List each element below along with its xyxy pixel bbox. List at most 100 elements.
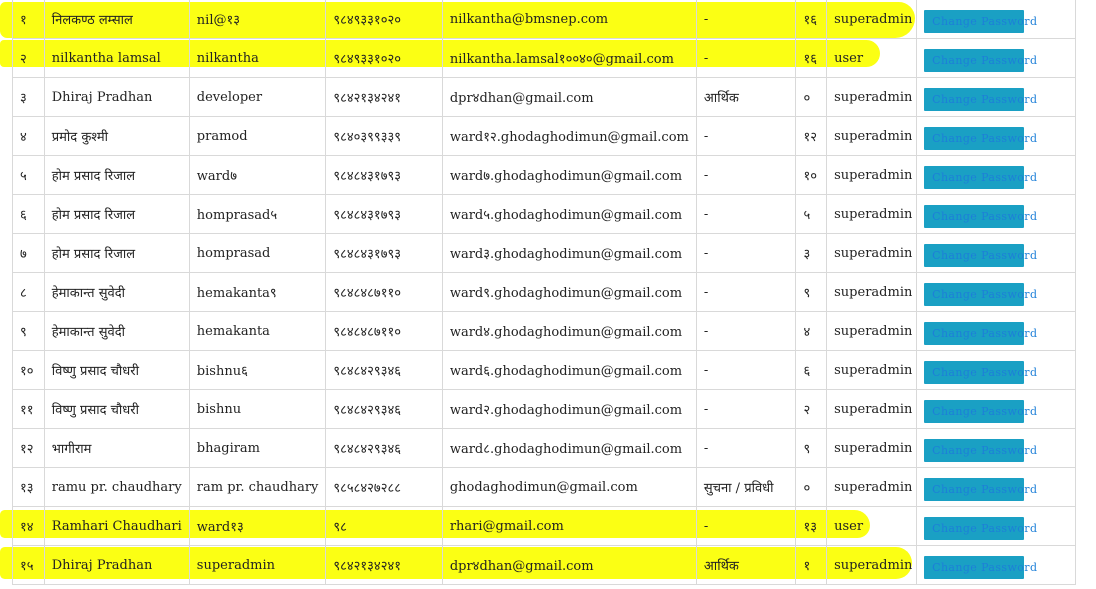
username-cell: developer xyxy=(188,77,327,117)
action-cell: Change Password xyxy=(916,77,1076,117)
ward-number-cell: ० xyxy=(795,467,828,507)
ward-number-cell: ९ xyxy=(795,272,828,312)
change-password-button[interactable]: Change Password xyxy=(924,556,1037,579)
change-password-button[interactable]: Change Password xyxy=(924,244,1037,267)
department-cell: - xyxy=(695,233,797,273)
email-cell: ward६.ghodaghodimun@gmail.com xyxy=(441,350,697,390)
ward-number-cell: १६ xyxy=(795,0,828,39)
email-cell: ward५.ghodaghodimun@gmail.com xyxy=(441,194,697,234)
username-cell: bishnu xyxy=(188,389,327,429)
table-row: ८ हेमाकान्त सुवेदी hemakanta९ ९८४८४८७११० war… xyxy=(12,272,1076,312)
full-name-cell: होम प्रसाद रिजाल xyxy=(43,194,190,234)
role-cell: superadmin xyxy=(826,194,918,234)
change-password-button[interactable]: Change Password xyxy=(924,88,1037,111)
ward-number-cell: १० xyxy=(795,155,828,195)
users-table: १ निलकण्ठ लम्साल nil@१३ ९८४९३३१०२० nilkantha… xyxy=(12,0,1076,585)
username-cell: ward१३ xyxy=(188,506,327,546)
change-password-button[interactable]: Change Password xyxy=(924,283,1037,306)
row-number-cell: १५ xyxy=(12,545,45,585)
change-password-button[interactable]: Change Password xyxy=(924,322,1037,345)
change-password-button[interactable]: Change Password xyxy=(924,400,1037,423)
full-name-cell: निलकण्ठ लम्साल xyxy=(43,0,190,39)
role-cell: superadmin xyxy=(826,233,918,273)
action-cell: Change Password xyxy=(916,194,1076,234)
full-name-cell: विष्णु प्रसाद चौधरी xyxy=(43,389,190,429)
table-row: ५ होम प्रसाद रिजाल ward७ ९८४८४३१७९३ ward७.gh… xyxy=(12,155,1076,195)
full-name-cell: Ramhari Chaudhari xyxy=(43,506,190,546)
full-name-cell: होम प्रसाद रिजाल xyxy=(43,233,190,273)
ward-number-cell: ९ xyxy=(795,428,828,468)
change-password-button[interactable]: Change Password xyxy=(924,49,1037,72)
row-number-cell: ९ xyxy=(12,311,45,351)
full-name-cell: प्रमोद कुश्मी xyxy=(43,116,190,156)
department-cell: - xyxy=(695,0,797,39)
email-cell: ward८.ghodaghodimun@gmail.com xyxy=(441,428,697,468)
change-password-button[interactable]: Change Password xyxy=(924,166,1037,189)
email-cell: ward७.ghodaghodimun@gmail.com xyxy=(441,155,697,195)
table-row: ७ होम प्रसाद रिजाल homprasad ९८४८४३१७९३ ward… xyxy=(12,233,1076,273)
users-table-body: १ निलकण्ठ लम्साल nil@१३ ९८४९३३१०२० nilkantha… xyxy=(12,0,1076,585)
role-cell: superadmin xyxy=(826,389,918,429)
email-cell: ward२.ghodaghodimun@gmail.com xyxy=(441,389,697,429)
username-cell: superadmin xyxy=(188,545,327,585)
username-cell: bhagiram xyxy=(188,428,327,468)
action-cell: Change Password xyxy=(916,389,1076,429)
action-cell: Change Password xyxy=(916,506,1076,546)
role-cell: superadmin xyxy=(826,77,918,117)
department-cell: सुचना / प्रविधी xyxy=(695,467,797,507)
full-name-cell: हेमाकान्त सुवेदी xyxy=(43,311,190,351)
action-cell: Change Password xyxy=(916,545,1076,585)
table-row: ३ Dhiraj Pradhan developer ९८४२१३४२४१ dpr४dh… xyxy=(12,77,1076,117)
phone-number-cell: ९८४८४८७११० xyxy=(325,311,443,351)
row-number-cell: १३ xyxy=(12,467,45,507)
full-name-cell: हेमाकान्त सुवेदी xyxy=(43,272,190,312)
ward-number-cell: ३ xyxy=(795,233,828,273)
action-cell: Change Password xyxy=(916,272,1076,312)
department-cell: - xyxy=(695,389,797,429)
phone-number-cell: ९८४८४८७११० xyxy=(325,272,443,312)
row-number-cell: ११ xyxy=(12,389,45,429)
action-cell: Change Password xyxy=(916,38,1076,78)
role-cell: superadmin xyxy=(826,155,918,195)
phone-number-cell: ९८४८४३१७९३ xyxy=(325,233,443,273)
change-password-button[interactable]: Change Password xyxy=(924,361,1037,384)
username-cell: ram pr. chaudhary xyxy=(188,467,327,507)
ward-number-cell: १२ xyxy=(795,116,828,156)
role-cell: user xyxy=(826,38,918,78)
username-cell: ward७ xyxy=(188,155,327,195)
email-cell: nilkantha@bmsnep.com xyxy=(441,0,697,39)
phone-number-cell: ९८४८४२९३४६ xyxy=(325,389,443,429)
change-password-button[interactable]: Change Password xyxy=(924,439,1037,462)
role-cell: superadmin xyxy=(826,350,918,390)
change-password-button[interactable]: Change Password xyxy=(924,127,1037,150)
department-cell: आर्थिक xyxy=(695,77,797,117)
full-name-cell: विष्णु प्रसाद चौधरी xyxy=(43,350,190,390)
email-cell: rhari@gmail.com xyxy=(441,506,697,546)
full-name-cell: Dhiraj Pradhan xyxy=(43,77,190,117)
ward-number-cell: ६ xyxy=(795,350,828,390)
change-password-button[interactable]: Change Password xyxy=(924,10,1037,33)
action-cell: Change Password xyxy=(916,467,1076,507)
action-cell: Change Password xyxy=(916,311,1076,351)
phone-number-cell: ९८५८४२७२८८ xyxy=(325,467,443,507)
full-name-cell: भागीराम xyxy=(43,428,190,468)
username-cell: homprasad५ xyxy=(188,194,327,234)
full-name-cell: ramu pr. chaudhary xyxy=(43,467,190,507)
role-cell: superadmin xyxy=(826,467,918,507)
change-password-button[interactable]: Change Password xyxy=(924,205,1037,228)
action-cell: Change Password xyxy=(916,428,1076,468)
change-password-button[interactable]: Change Password xyxy=(924,517,1037,540)
table-row: १ निलकण्ठ लम्साल nil@१३ ९८४९३३१०२० nilkantha… xyxy=(12,0,1076,39)
email-cell: ward१२.ghodaghodimun@gmail.com xyxy=(441,116,697,156)
phone-number-cell: ९८४८४३१७९३ xyxy=(325,194,443,234)
action-cell: Change Password xyxy=(916,350,1076,390)
change-password-button[interactable]: Change Password xyxy=(924,478,1037,501)
department-cell: - xyxy=(695,38,797,78)
role-cell: user xyxy=(826,506,918,546)
table-row: १२ भागीराम bhagiram ९८४८४२९३४६ ward८.ghodagh… xyxy=(12,428,1076,468)
username-cell: pramod xyxy=(188,116,327,156)
table-row: १५ Dhiraj Pradhan superadmin ९८४२१३४२४१ dpr४… xyxy=(12,545,1076,585)
ward-number-cell: ५ xyxy=(795,194,828,234)
department-cell: - xyxy=(695,350,797,390)
role-cell: superadmin xyxy=(826,311,918,351)
